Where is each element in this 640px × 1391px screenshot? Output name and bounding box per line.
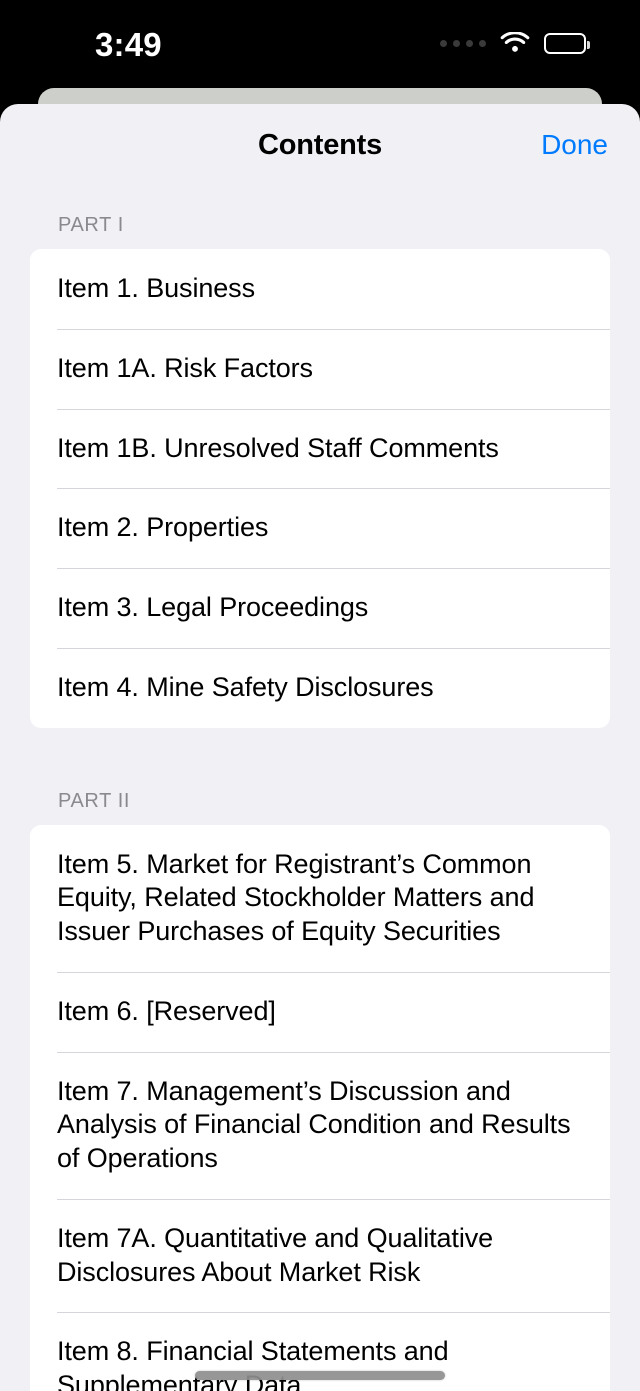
section-header: PART I xyxy=(58,214,124,236)
section-header: PART II xyxy=(58,789,131,812)
list-item[interactable]: Item 4. Mine Safety Disclosures xyxy=(30,647,610,728)
list-item[interactable]: Item 6. [Reserved] xyxy=(30,971,610,1052)
sheet-navigation-bar: Contents Done xyxy=(0,104,640,186)
list-item[interactable]: Item 3. Legal Proceedings xyxy=(30,568,610,648)
section-part-i: PART I Item 1. Business Item 1A. Risk Fa… xyxy=(0,186,640,728)
phone-screen: 3:49 Contents Done PART I Item 1. Busine… xyxy=(0,0,640,1391)
status-bar-time: 3:49 xyxy=(95,26,162,63)
cellular-dots-icon xyxy=(440,39,486,47)
list-item[interactable]: Item 1A. Risk Factors xyxy=(30,328,610,409)
list-item[interactable]: Item 2. Properties xyxy=(30,488,610,568)
list-item[interactable]: Item 7A. Quantitative and Qualitative Di… xyxy=(30,1198,610,1313)
contents-list[interactable]: PART I Item 1. Business Item 1A. Risk Fa… xyxy=(0,186,640,1391)
battery-full-icon xyxy=(544,32,590,54)
home-indicator[interactable] xyxy=(195,1371,445,1380)
section-part-ii: PART II Item 5. Market for Registrant’s … xyxy=(0,728,640,1391)
wifi-icon xyxy=(500,32,530,52)
page-title: Contents xyxy=(257,128,383,161)
status-bar: 3:49 xyxy=(0,0,640,88)
done-button[interactable]: Done xyxy=(541,129,608,161)
status-bar-indicators xyxy=(440,32,590,54)
list-item[interactable]: Item 1. Business xyxy=(30,249,610,329)
section-card: Item 1. Business Item 1A. Risk Factors I… xyxy=(30,249,610,728)
list-item[interactable]: Item 7. Management’s Discussion and Anal… xyxy=(30,1051,610,1199)
section-card: Item 5. Market for Registrant’s Common E… xyxy=(30,824,610,1391)
list-item[interactable]: Item 5. Market for Registrant’s Common E… xyxy=(30,825,610,972)
contents-sheet: Contents Done PART I Item 1. Business It… xyxy=(0,104,640,1391)
list-item[interactable]: Item 1B. Unresolved Staff Comments xyxy=(30,408,610,489)
